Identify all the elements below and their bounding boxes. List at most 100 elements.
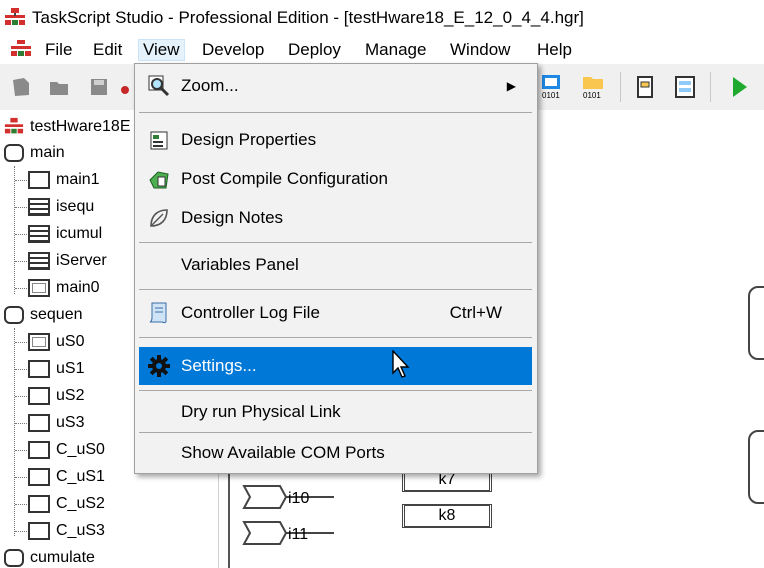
new-icon bbox=[13, 78, 29, 96]
save-button[interactable] bbox=[84, 72, 114, 102]
tree-item-main0[interactable]: main0 bbox=[28, 275, 100, 301]
tree-item-us0[interactable]: uS0 bbox=[28, 329, 84, 355]
task-node-icon bbox=[28, 468, 50, 486]
design-properties-icon bbox=[147, 128, 171, 152]
menu-separator bbox=[139, 112, 532, 113]
task-node-icon bbox=[28, 279, 50, 297]
leaf-notes-icon bbox=[147, 206, 171, 230]
server-node-icon bbox=[28, 225, 50, 243]
menu-separator bbox=[139, 337, 532, 338]
save-icon bbox=[91, 79, 107, 95]
panel-icon bbox=[675, 76, 695, 98]
cut-icon bbox=[121, 86, 129, 94]
block-k8[interactable]: k8 bbox=[402, 504, 492, 528]
server-node-icon bbox=[28, 198, 50, 216]
svg-text:i11: i11 bbox=[288, 526, 308, 543]
download-button[interactable]: 0101 bbox=[578, 72, 608, 102]
task-node-icon bbox=[28, 333, 50, 351]
menu-item-controller-log-file[interactable]: Controller Log File Ctrl+W bbox=[139, 295, 532, 331]
tree-item-us1[interactable]: uS1 bbox=[28, 356, 84, 382]
partial-shape[interactable] bbox=[748, 430, 764, 504]
zoom-icon bbox=[147, 74, 171, 98]
tree-connector bbox=[14, 166, 15, 294]
shortcut-label: Ctrl+W bbox=[449, 303, 502, 322]
tree-item-c-us3[interactable]: C_uS3 bbox=[28, 518, 105, 544]
menu-item-settings[interactable]: Settings... bbox=[139, 347, 532, 385]
tree-item-c-us0[interactable]: C_uS0 bbox=[28, 437, 105, 463]
view-menu-dropdown: Zoom... ▶ Design Properties Post Compile… bbox=[134, 63, 538, 474]
new-button[interactable] bbox=[6, 72, 36, 102]
menu-separator bbox=[139, 390, 532, 391]
tree-item-us3[interactable]: uS3 bbox=[28, 410, 84, 436]
tree-item-main[interactable]: main bbox=[4, 140, 65, 166]
tree-item-c-us2[interactable]: C_uS2 bbox=[28, 491, 105, 517]
menu-bar: File Edit View Develop Deploy Manage Win… bbox=[0, 36, 764, 64]
post-compile-icon bbox=[147, 167, 171, 191]
menu-develop[interactable]: Develop bbox=[202, 40, 264, 60]
compile-button[interactable]: 0101 bbox=[538, 72, 568, 102]
task-node-icon bbox=[28, 387, 50, 405]
server-node-icon bbox=[28, 252, 50, 270]
compile-icon: 0101 bbox=[542, 75, 560, 100]
tree-item-isequ[interactable]: isequ bbox=[28, 194, 94, 220]
app-logo-icon bbox=[5, 8, 25, 25]
log-file-icon bbox=[147, 301, 171, 325]
panel-button[interactable] bbox=[670, 72, 700, 102]
menu-separator bbox=[139, 289, 532, 290]
task-node-icon bbox=[28, 495, 50, 513]
menu-manage[interactable]: Manage bbox=[365, 40, 426, 60]
run-icon bbox=[733, 77, 747, 97]
run-button[interactable] bbox=[724, 72, 754, 102]
input-port-i11[interactable]: i11 bbox=[242, 520, 340, 546]
menu-item-zoom[interactable]: Zoom... ▶ bbox=[139, 68, 532, 104]
group-node-icon bbox=[4, 144, 24, 162]
menu-deploy[interactable]: Deploy bbox=[288, 40, 341, 60]
tree-item-sequen[interactable]: sequen bbox=[4, 302, 83, 328]
menu-file[interactable]: File bbox=[45, 40, 72, 60]
task-node-icon bbox=[28, 414, 50, 432]
gear-icon bbox=[147, 354, 171, 378]
menu-separator bbox=[139, 242, 532, 243]
task-node-icon bbox=[28, 441, 50, 459]
menu-item-design-notes[interactable]: Design Notes bbox=[139, 200, 532, 236]
menu-window[interactable]: Window bbox=[450, 40, 510, 60]
menu-item-dry-run-physical-link[interactable]: Dry run Physical Link bbox=[139, 394, 532, 430]
tree-item-c-us1[interactable]: C_uS1 bbox=[28, 464, 105, 490]
system-menu-icon[interactable] bbox=[10, 40, 32, 60]
menu-item-show-available-com-ports[interactable]: Show Available COM Ports bbox=[139, 435, 532, 471]
module-icon bbox=[637, 76, 653, 98]
tree-root-label: testHware18E bbox=[30, 118, 131, 135]
menu-separator bbox=[139, 432, 532, 433]
menu-help[interactable]: Help bbox=[537, 40, 572, 60]
tree-item-cumulate[interactable]: cumulate bbox=[4, 545, 95, 568]
title-bar: TaskScript Studio - Professional Edition… bbox=[0, 0, 764, 36]
tree-item-us2[interactable]: uS2 bbox=[28, 383, 84, 409]
tree-item-icumul[interactable]: icumul bbox=[28, 221, 102, 247]
cut-button[interactable] bbox=[118, 72, 132, 102]
tree-item-main1[interactable]: main1 bbox=[28, 167, 100, 193]
group-node-icon bbox=[4, 306, 24, 324]
partial-shape[interactable] bbox=[748, 286, 764, 360]
menu-item-design-properties[interactable]: Design Properties bbox=[139, 122, 532, 158]
svg-text:i10: i10 bbox=[288, 490, 309, 507]
module-button[interactable] bbox=[630, 72, 660, 102]
window-title: TaskScript Studio - Professional Edition… bbox=[32, 8, 584, 27]
svg-text:0101: 0101 bbox=[542, 91, 560, 100]
menu-edit[interactable]: Edit bbox=[93, 40, 122, 60]
menu-item-variables-panel[interactable]: Variables Panel bbox=[139, 247, 532, 283]
task-node-icon bbox=[28, 171, 50, 189]
input-port-i10[interactable]: i10 bbox=[242, 484, 340, 510]
open-icon bbox=[50, 82, 68, 95]
tree-root[interactable]: testHware18E bbox=[4, 114, 131, 140]
submenu-arrow-icon: ▶ bbox=[506, 79, 516, 93]
svg-text:0101: 0101 bbox=[583, 91, 601, 100]
mouse-cursor-icon bbox=[392, 350, 410, 378]
menu-item-post-compile-configuration[interactable]: Post Compile Configuration bbox=[139, 161, 532, 197]
task-node-icon bbox=[28, 360, 50, 378]
open-button[interactable] bbox=[44, 72, 74, 102]
menu-view[interactable]: View bbox=[138, 39, 185, 61]
tree-item-iserver[interactable]: iServer bbox=[28, 248, 107, 274]
toolbar-separator bbox=[710, 72, 711, 102]
group-node-icon bbox=[4, 549, 24, 567]
task-node-icon bbox=[28, 522, 50, 540]
